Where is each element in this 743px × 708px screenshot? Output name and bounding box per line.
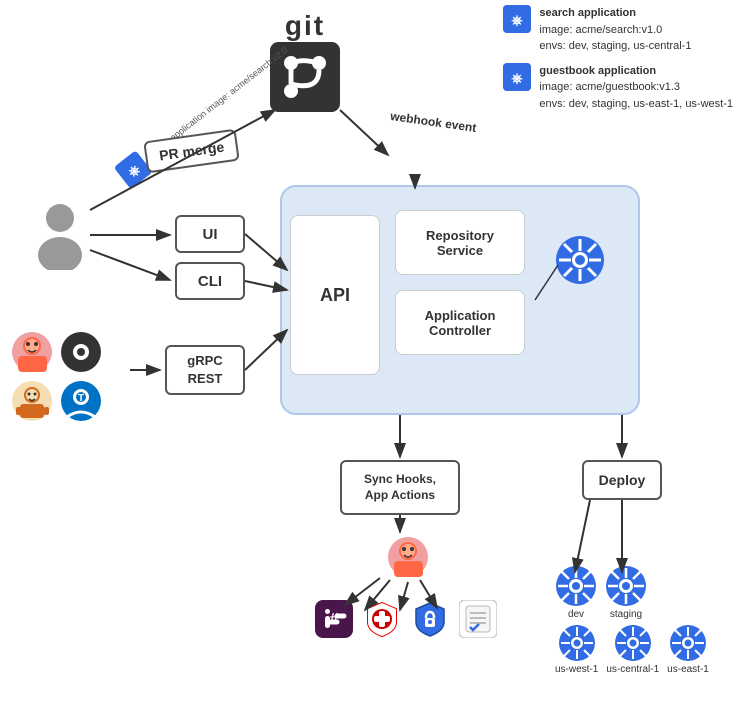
shield-lock-icon [411,600,449,638]
shield-red-icon [363,600,401,638]
checklist-icon [459,600,497,638]
sync-hooks-box: Sync Hooks,App Actions [340,460,460,515]
svg-text:T: T [78,393,84,404]
search-app-annotation: ⎈ search application image: acme/search:… [114,39,296,190]
slack-icon: # [315,600,353,638]
svg-text:#: # [330,611,339,628]
k8s-main-icon [555,235,605,290]
api-box: API [290,215,380,375]
k8s-us-central: us-central-1 [606,624,659,675]
helm-avatar: T [59,379,104,424]
k8s-us-west: us-west-1 [555,624,598,675]
guestbook-app-text: guestbook application image: acme/guestb… [539,63,733,113]
k8s-dev: dev [555,565,597,620]
cli-box: CLI [175,262,245,300]
repository-service-box: RepositoryService [395,210,525,275]
bottom-tool-icons: # [315,600,497,638]
grpc-rest-box: gRPCREST [165,345,245,395]
app-cards-section: ⎈ search application image: acme/search:… [503,5,733,112]
svg-text:⎈: ⎈ [512,12,523,28]
k8s-staging: staging [605,565,647,620]
bot-avatars-section: T [10,330,120,424]
search-app-text: search application image: acme/search:v1… [539,5,691,55]
jenkins-avatar [10,379,55,424]
guestbook-app-card: ⎈ guestbook application image: acme/gues… [503,63,733,113]
circleci-avatar [59,330,104,375]
application-controller-box: ApplicationController [395,290,525,355]
deploy-box: Deploy [582,460,662,500]
user-person [30,200,90,275]
person-icon [30,200,90,270]
svg-text:⎈: ⎈ [512,70,523,86]
k8s-us-east: us-east-1 [667,624,709,675]
guestbook-app-icon: ⎈ [503,63,531,91]
k8s-row-top: dev staging [555,565,709,620]
git-label: git [270,10,340,42]
search-app-icon: ⎈ [503,5,531,33]
search-app-card: ⎈ search application image: acme/search:… [503,5,733,55]
astronaut-avatar [10,330,55,375]
k8s-row-bottom: us-west-1 us-central-1 [555,624,709,675]
webhook-event-label: webhook event [389,109,477,135]
ui-box: UI [175,215,245,253]
robot-avatar-bottom [386,535,431,585]
k8s-environments: dev staging [555,565,709,675]
